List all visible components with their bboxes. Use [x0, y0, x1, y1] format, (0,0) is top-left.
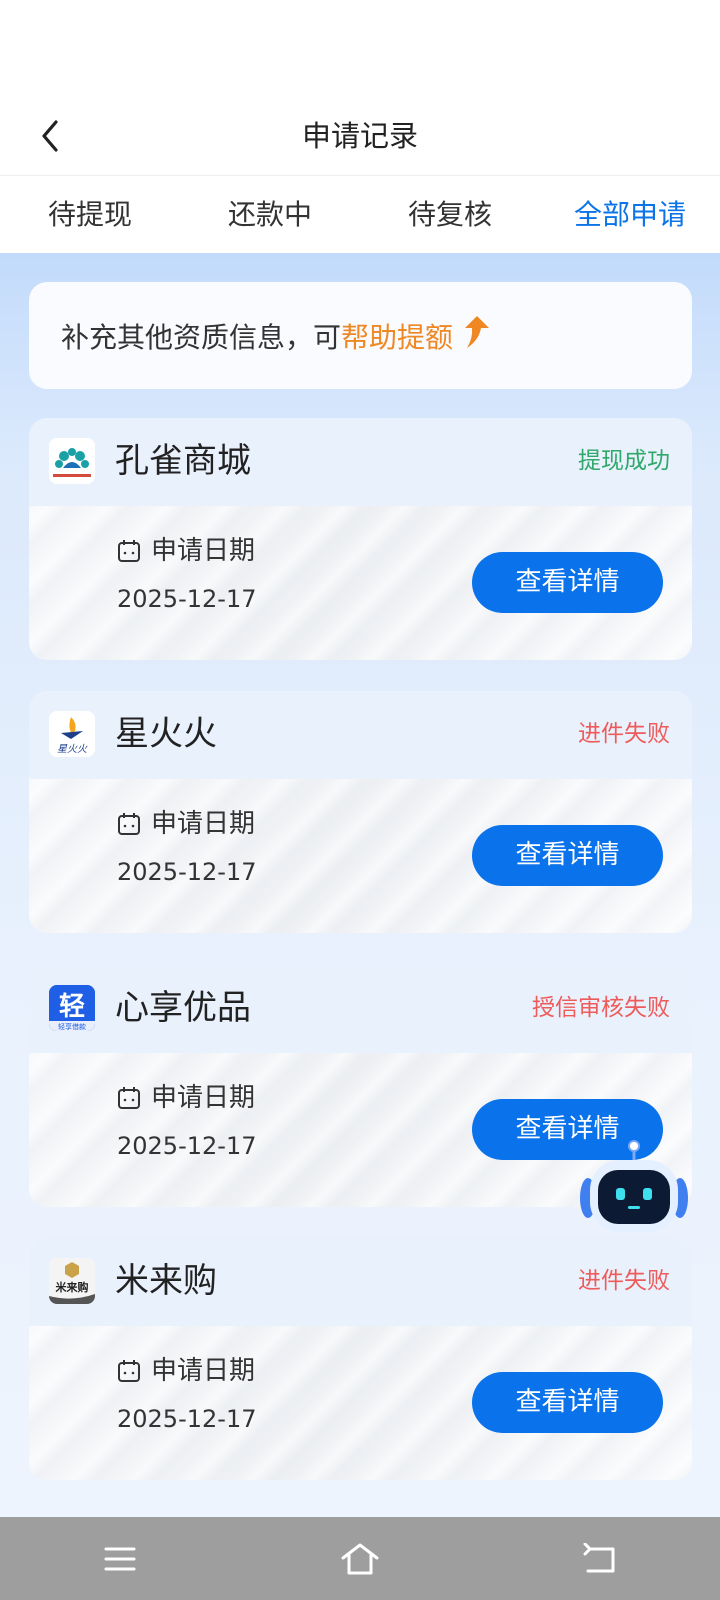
home-icon — [341, 1543, 379, 1574]
card-body: 申请日期 2025-12-17 查看详情 — [29, 779, 692, 933]
qing-logo-icon: 轻 轻享借款 — [49, 985, 95, 1031]
status-bar-area — [0, 0, 720, 100]
system-navigation-bar — [0, 1517, 720, 1600]
assistant-robot-button[interactable] — [580, 1140, 688, 1236]
promo-highlight: 帮助提额 — [341, 320, 454, 354]
svg-text:星火火: 星火火 — [57, 743, 88, 755]
status-label: 进件失败 — [578, 721, 670, 747]
status-label: 授信审核失败 — [532, 995, 670, 1021]
merchant-name: 心享优品 — [115, 988, 251, 1028]
promo-text: 补充其他资质信息，可 — [61, 320, 342, 354]
tab-bar: 待提现 还款中 待复核 全部申请 — [0, 177, 720, 253]
tab-pending-withdraw[interactable]: 待提现 — [0, 177, 180, 253]
record-card: 星火火 星火火 进件失败 申请日期 2025-12-17 查看详情 — [29, 691, 692, 933]
status-label: 进件失败 — [578, 1268, 670, 1294]
date-value: 2025-12-17 — [117, 1132, 257, 1160]
card-header: 米来购 米来购 进件失败 — [29, 1238, 692, 1326]
card-header: 孔雀商城 提现成功 — [29, 418, 692, 506]
svg-text:轻: 轻 — [59, 992, 85, 1022]
calendar-icon — [117, 812, 141, 836]
view-details-button[interactable]: 查看详情 — [472, 1372, 663, 1433]
record-card: 米来购 米来购 进件失败 申请日期 2025-12-17 查看详情 — [29, 1238, 692, 1480]
date-label: 申请日期 — [117, 1081, 255, 1115]
svg-text:米来购: 米来购 — [55, 1280, 89, 1294]
arrow-up-icon — [461, 314, 491, 357]
back-nav-button[interactable] — [570, 1529, 630, 1589]
milaigou-logo-icon: 米来购 — [49, 1258, 95, 1304]
calendar-icon — [117, 1359, 141, 1383]
peacock-logo-icon — [49, 438, 95, 484]
header: 申请记录 — [0, 100, 720, 176]
page-title: 申请记录 — [301, 119, 418, 153]
merchant-name: 米来购 — [115, 1261, 217, 1301]
card-header: 星火火 星火火 进件失败 — [29, 691, 692, 779]
merchant-name: 孔雀商城 — [115, 441, 251, 481]
home-button[interactable] — [330, 1529, 390, 1589]
card-header: 轻 轻享借款 心享优品 授信审核失败 — [29, 965, 692, 1053]
record-card: 孔雀商城 提现成功 申请日期 2025-12-17 查看详情 — [29, 418, 692, 660]
merchant-name: 星火火 — [115, 714, 217, 754]
date-value: 2025-12-17 — [117, 858, 257, 886]
date-value: 2025-12-17 — [117, 585, 257, 613]
status-label: 提现成功 — [578, 448, 670, 474]
record-list: 补充其他资质信息，可 帮助提额 孔雀商城 提现成功 申请日期 2025-12-1… — [0, 253, 720, 1517]
back-icon — [583, 1542, 615, 1572]
date-label: 申请日期 — [117, 1354, 255, 1388]
view-details-button[interactable]: 查看详情 — [472, 552, 663, 613]
date-value: 2025-12-17 — [117, 1405, 257, 1433]
calendar-icon — [117, 1086, 141, 1110]
promo-banner[interactable]: 补充其他资质信息，可 帮助提额 — [29, 282, 692, 389]
date-label: 申请日期 — [117, 534, 255, 568]
tab-repaying[interactable]: 还款中 — [180, 177, 360, 253]
svg-text:轻享借款: 轻享借款 — [58, 1022, 86, 1031]
tab-all-applications[interactable]: 全部申请 — [540, 177, 720, 253]
date-label: 申请日期 — [117, 807, 255, 841]
card-body: 申请日期 2025-12-17 查看详情 — [29, 1326, 692, 1480]
xinghuohuo-logo-icon: 星火火 — [49, 711, 95, 757]
menu-button[interactable] — [90, 1529, 150, 1589]
tab-pending-review[interactable]: 待复核 — [360, 177, 540, 253]
view-details-button[interactable]: 查看详情 — [472, 825, 663, 886]
card-body: 申请日期 2025-12-17 查看详情 — [29, 506, 692, 660]
robot-icon — [580, 1140, 688, 1232]
menu-icon — [104, 1547, 136, 1570]
calendar-icon — [117, 539, 141, 563]
